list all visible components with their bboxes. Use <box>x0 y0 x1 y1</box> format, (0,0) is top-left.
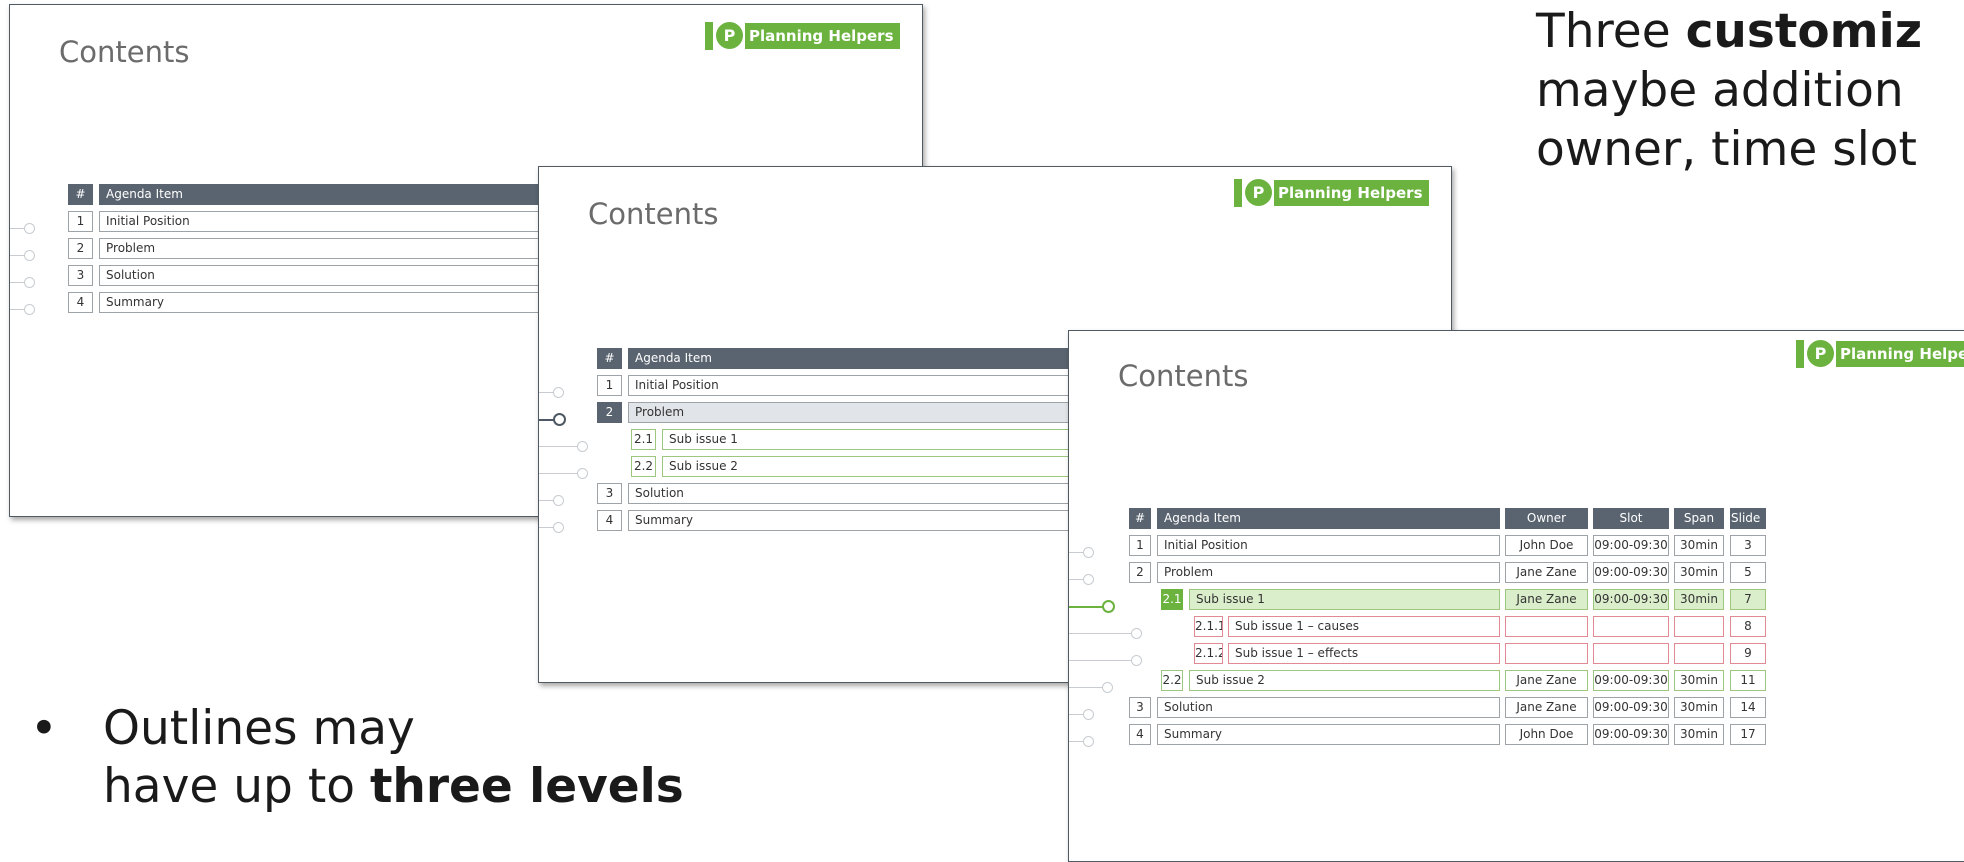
row-owner: Jane Zane <box>1505 670 1588 691</box>
row-owner: Jane Zane <box>1505 562 1588 583</box>
row-span <box>1674 643 1724 664</box>
header-agenda-item: Agenda Item <box>1157 508 1500 529</box>
row-span: 30min <box>1674 589 1724 610</box>
header-slot: Slot <box>1593 508 1669 529</box>
planning-helpers-logo: P Planning Helpers <box>1234 176 1429 209</box>
row-slide-number: 17 <box>1730 724 1766 745</box>
row-owner: John Doe <box>1505 724 1588 745</box>
row-number: 4 <box>1129 724 1151 745</box>
row-slot: 09:00-09:30 <box>1593 589 1669 610</box>
header-num: # <box>68 184 93 205</box>
bullet-text: Outlines may have up to three levels <box>103 700 684 816</box>
row-slot <box>1593 616 1669 637</box>
row-span: 30min <box>1674 562 1724 583</box>
row-label: Sub issue 2 <box>1189 670 1500 691</box>
row-number: 3 <box>68 265 93 286</box>
row-label: Sub issue 1 – causes <box>1228 616 1500 637</box>
row-owner: Jane Zane <box>1505 589 1588 610</box>
row-span: 30min <box>1674 535 1724 556</box>
row-number: 2.1.1 <box>1194 616 1223 637</box>
row-number: 2 <box>1129 562 1151 583</box>
headline-line-1: Three customiz <box>1536 2 1964 61</box>
header-owner: Owner <box>1505 508 1588 529</box>
logo-mark-icon: P <box>716 22 743 49</box>
row-slot: 09:00-09:30 <box>1593 697 1669 718</box>
header-slide-number: Slide # <box>1730 508 1766 529</box>
bullet-line-2-bold: three levels <box>369 759 684 814</box>
row-slot: 09:00-09:30 <box>1593 670 1669 691</box>
row-slot: 09:00-09:30 <box>1593 535 1669 556</box>
headline-line-1-start: Three <box>1536 4 1686 59</box>
row-span: 30min <box>1674 724 1724 745</box>
logo-mark-icon: P <box>1245 179 1272 206</box>
bullet-line-1: Outlines may <box>103 701 415 756</box>
row-slot: 09:00-09:30 <box>1593 562 1669 583</box>
row-slide-number: 11 <box>1730 670 1766 691</box>
row-span <box>1674 616 1724 637</box>
row-number: 3 <box>1129 697 1151 718</box>
row-owner <box>1505 643 1588 664</box>
header-num: # <box>597 348 622 369</box>
slide-title: Contents <box>59 35 190 69</box>
row-number: 2.1 <box>631 429 656 450</box>
bullet-glyph: • <box>30 701 58 756</box>
row-number: 2 <box>68 238 93 259</box>
logo-name: Planning Helpers <box>1836 340 1964 367</box>
planning-helpers-logo: P Planning Helpers <box>705 19 900 52</box>
row-number: 2.1.2 <box>1194 643 1223 664</box>
row-slot <box>1593 643 1669 664</box>
row-slide-number: 7 <box>1730 589 1766 610</box>
bullet-line-2-start: have up to <box>103 759 370 814</box>
logo-name: Planning Helpers <box>745 22 900 49</box>
row-label: Sub issue 1 – effects <box>1228 643 1500 664</box>
row-label: Sub issue 1 <box>1189 589 1500 610</box>
row-number: 1 <box>68 211 93 232</box>
row-span: 30min <box>1674 670 1724 691</box>
row-number: 2.1 <box>1161 589 1183 610</box>
bullet-line-2: have up to three levels <box>103 758 684 816</box>
row-slide-number: 8 <box>1730 616 1766 637</box>
row-label: Summary <box>1157 724 1500 745</box>
headline-line-3: owner, time slot <box>1536 122 1917 177</box>
header-span: Span <box>1674 508 1724 529</box>
slide-title: Contents <box>1118 359 1249 393</box>
row-number: 2.2 <box>631 456 656 477</box>
row-number: 2 <box>597 402 622 423</box>
headline-line-2: maybe addition <box>1536 63 1904 118</box>
logo-bracket-icon <box>1796 339 1804 368</box>
planning-helpers-logo: P Planning Helpers <box>1796 337 1964 370</box>
row-slide-number: 9 <box>1730 643 1766 664</box>
row-slide-number: 3 <box>1730 535 1766 556</box>
logo-mark-icon: P <box>1807 340 1834 367</box>
row-slide-number: 5 <box>1730 562 1766 583</box>
slide-title: Contents <box>588 197 719 231</box>
logo-bracket-icon <box>1234 178 1242 207</box>
row-span: 30min <box>1674 697 1724 718</box>
headline-text: Three customiz maybe addition owner, tim… <box>1536 2 1964 179</box>
row-number: 3 <box>597 483 622 504</box>
slide-thumbnail-3: Contents P Planning Helpers # Agenda Ite… <box>1068 330 1964 862</box>
row-slide-number: 14 <box>1730 697 1766 718</box>
row-number: 1 <box>1129 535 1151 556</box>
row-owner: Jane Zane <box>1505 697 1588 718</box>
logo-bracket-icon <box>705 21 713 50</box>
row-owner: John Doe <box>1505 535 1588 556</box>
logo-name: Planning Helpers <box>1274 179 1429 206</box>
row-number: 4 <box>597 510 622 531</box>
row-number: 2.2 <box>1161 670 1183 691</box>
header-num: # <box>1129 508 1151 529</box>
row-number: 1 <box>597 375 622 396</box>
row-number: 4 <box>68 292 93 313</box>
row-owner <box>1505 616 1588 637</box>
headline-line-1-bold: customiz <box>1685 4 1923 59</box>
row-slot: 09:00-09:30 <box>1593 724 1669 745</box>
row-label: Solution <box>1157 697 1500 718</box>
row-label: Problem <box>1157 562 1500 583</box>
row-label: Initial Position <box>1157 535 1500 556</box>
